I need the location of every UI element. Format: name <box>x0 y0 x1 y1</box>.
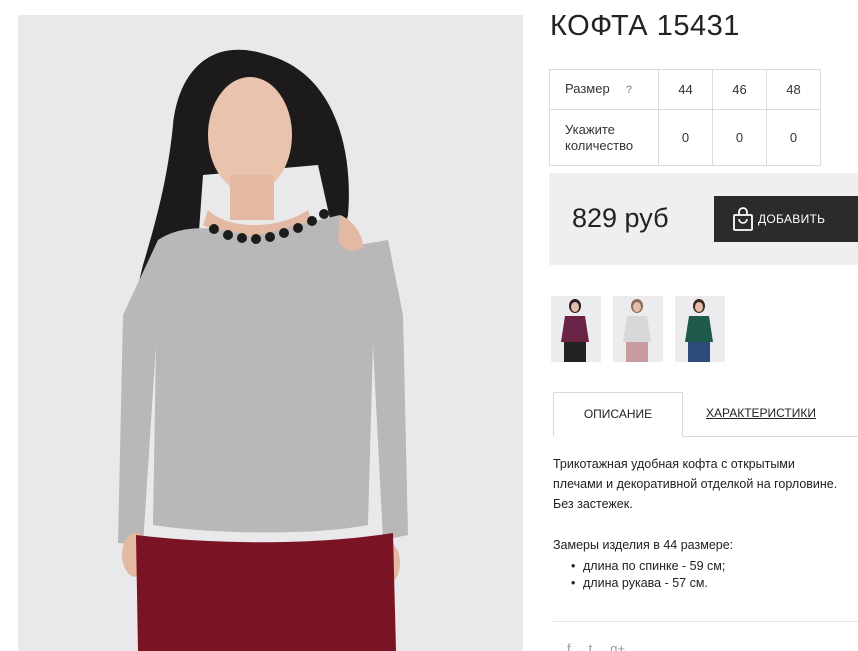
quantity-input-48[interactable]: 0 <box>766 109 821 166</box>
facebook-icon[interactable]: f <box>567 641 571 651</box>
tab-characteristics[interactable]: ХАРАКТЕРИСТИКИ <box>706 406 816 420</box>
thumbnail-image <box>623 299 651 362</box>
product-photo[interactable] <box>18 15 523 651</box>
size-hint-icon[interactable]: ? <box>626 84 633 96</box>
thumbnail-image <box>685 299 713 362</box>
thumbnail-image <box>561 299 589 362</box>
size-table: Размер? 44 46 48 Укажите количество 0 0 … <box>549 69 821 166</box>
thumbnail-list <box>551 296 725 362</box>
description-line: Трикотажная удобная кофта с открытыми <box>553 457 795 471</box>
size-label-cell: Размер? <box>549 69 659 110</box>
description-line: Без застежек. <box>553 497 633 511</box>
google-plus-icon[interactable]: g+ <box>610 641 625 651</box>
divider <box>553 621 858 622</box>
size-option-44: 44 <box>658 69 713 110</box>
thumbnail-green[interactable] <box>675 296 725 362</box>
product-description: Трикотажная удобная кофта с открытыми пл… <box>553 454 858 514</box>
description-line: плечами и декоративной отделкой на горло… <box>553 477 838 491</box>
thumbnail-light-grey[interactable] <box>613 296 663 362</box>
info-tabs: ОПИСАНИЕ ХАРАКТЕРИСТИКИ <box>553 392 858 437</box>
tab-description[interactable]: ОПИСАНИЕ <box>553 392 683 437</box>
quantity-label-line1: Укажите <box>565 121 615 137</box>
size-option-48: 48 <box>766 69 821 110</box>
quantity-input-46[interactable]: 0 <box>712 109 767 166</box>
measurements-title: Замеры изделия в 44 размере: <box>553 538 734 552</box>
product-title: КОФТА 15431 <box>550 10 740 42</box>
shopping-bag-icon <box>733 207 753 231</box>
add-to-cart-label: ДОБАВИТЬ <box>758 212 826 226</box>
quantity-label-line2: количество <box>565 137 634 153</box>
measurements-list: длина по спинке - 59 см; длина рукава - … <box>571 558 725 592</box>
social-share: f t g+ <box>567 641 625 651</box>
model-image <box>18 15 523 651</box>
add-to-cart-button[interactable]: ДОБАВИТЬ <box>714 196 858 242</box>
price-value: 829 руб <box>572 203 669 233</box>
price-box: 829 руб ДОБАВИТЬ <box>549 173 858 265</box>
size-label: Размер <box>565 81 610 96</box>
twitter-icon[interactable]: t <box>589 641 593 651</box>
thumbnail-plum[interactable] <box>551 296 601 362</box>
list-item: длина по спинке - 59 см; <box>571 558 725 575</box>
size-option-46: 46 <box>712 69 767 110</box>
list-item: длина рукава - 57 см. <box>571 575 725 592</box>
quantity-input-44[interactable]: 0 <box>658 109 713 166</box>
quantity-label-cell: Укажите количество <box>549 109 659 166</box>
